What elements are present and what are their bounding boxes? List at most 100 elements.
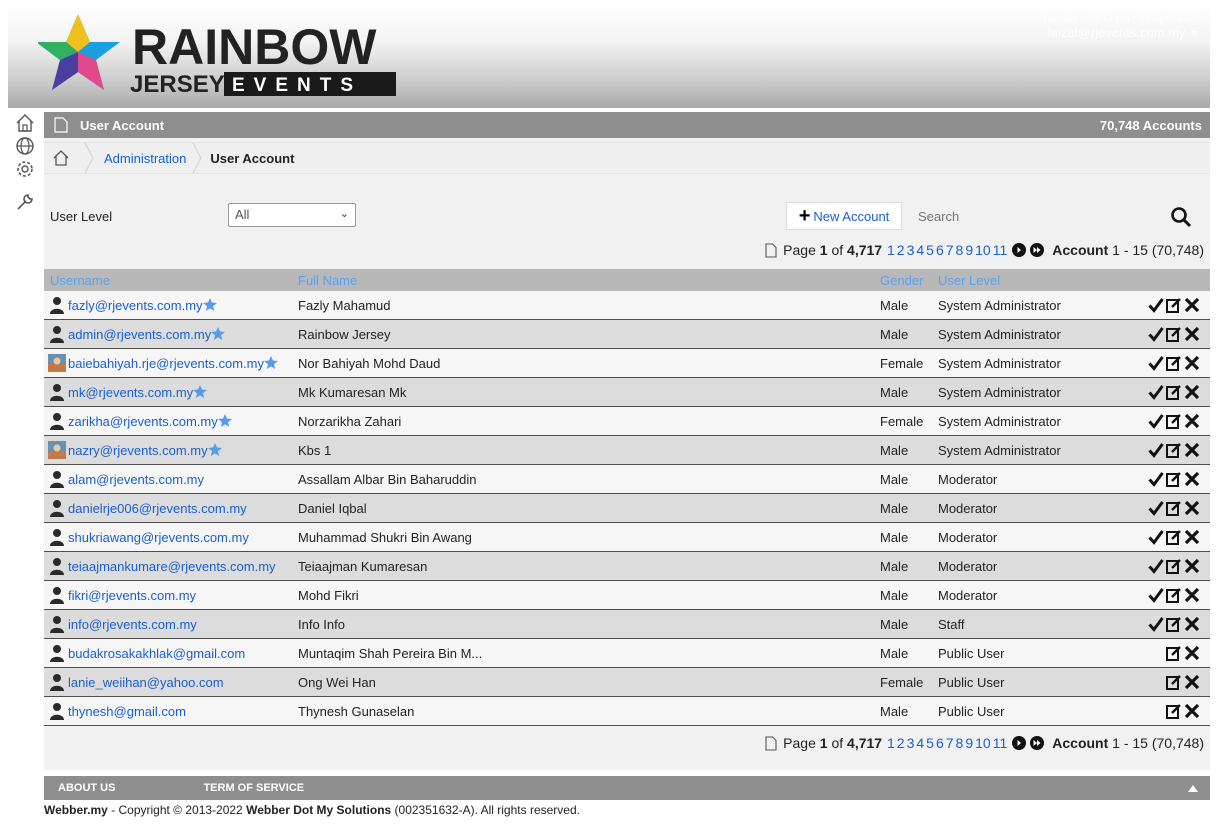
username-link[interactable]: mk@rjevents.com.my: [68, 385, 193, 400]
edit-icon[interactable]: [1166, 326, 1182, 342]
page-link[interactable]: 6: [936, 735, 944, 751]
edit-icon[interactable]: [1166, 529, 1182, 545]
table-row[interactable]: admin@rjevents.com.my Rainbow Jersey Male S…: [44, 319, 1210, 349]
search-input[interactable]: [908, 202, 1210, 230]
caret-down-icon[interactable]: ▼: [1189, 28, 1200, 40]
delete-icon[interactable]: [1184, 297, 1200, 313]
page-link[interactable]: 6: [936, 242, 944, 258]
table-row[interactable]: fazly@rjevents.com.my Fazly Mahamud Male Sy…: [44, 291, 1210, 320]
table-row[interactable]: teiaajmankumare@rjevents.com.my Teiaajman…: [44, 551, 1210, 581]
approve-icon[interactable]: [1148, 413, 1164, 429]
next-page-icon[interactable]: [1012, 736, 1027, 750]
username-link[interactable]: teiaajmankumare@rjevents.com.my: [68, 559, 276, 574]
table-row[interactable]: info@rjevents.com.my Info Info Male Staff: [44, 609, 1210, 639]
page-link[interactable]: 1: [887, 242, 895, 258]
page-link[interactable]: 3: [907, 242, 915, 258]
user-level-select[interactable]: All ⌄: [228, 203, 356, 227]
delete-icon[interactable]: [1184, 384, 1200, 400]
page-link[interactable]: 5: [926, 242, 934, 258]
edit-icon[interactable]: [1166, 297, 1182, 313]
edit-icon[interactable]: [1166, 703, 1182, 719]
username-link[interactable]: admin@rjevents.com.my: [68, 327, 211, 342]
username-link[interactable]: alam@rjevents.com.my: [68, 472, 204, 487]
column-gender[interactable]: Gender: [874, 269, 932, 291]
page-link[interactable]: 10: [975, 242, 991, 258]
breadcrumb-administration[interactable]: Administration: [104, 151, 186, 166]
username-link[interactable]: fikri@rjevents.com.my: [68, 588, 196, 603]
page-link[interactable]: 9: [965, 735, 973, 751]
page-link[interactable]: 7: [946, 242, 954, 258]
page-link[interactable]: 4: [916, 735, 924, 751]
page-link[interactable]: 8: [956, 242, 964, 258]
username-link[interactable]: nazry@rjevents.com.my: [68, 443, 208, 458]
table-row[interactable]: fikri@rjevents.com.my Mohd Fikri Male Moder…: [44, 580, 1210, 610]
edit-icon[interactable]: [1166, 471, 1182, 487]
about-us-link[interactable]: ABOUT US: [58, 782, 115, 794]
username-link[interactable]: danielrje006@rjevents.com.my: [68, 501, 247, 516]
edit-icon[interactable]: [1166, 616, 1182, 632]
delete-icon[interactable]: [1184, 500, 1200, 516]
delete-icon[interactable]: [1184, 529, 1200, 545]
new-account-button[interactable]: + New Account: [786, 202, 902, 230]
edit-icon[interactable]: [1166, 500, 1182, 516]
username-link[interactable]: budakrosakakhlak@gmail.com: [68, 646, 245, 661]
page-link[interactable]: 2: [897, 735, 905, 751]
delete-icon[interactable]: [1184, 703, 1200, 719]
table-row[interactable]: nazry@rjevents.com.my Kbs 1 Male System Adm…: [44, 435, 1210, 465]
delete-icon[interactable]: [1184, 471, 1200, 487]
terms-link[interactable]: TERM OF SERVICE: [203, 782, 304, 794]
username-link[interactable]: lanie_weiihan@yahoo.com: [68, 675, 224, 690]
next-page-icon[interactable]: [1012, 243, 1027, 257]
approve-icon[interactable]: [1148, 471, 1164, 487]
approve-icon[interactable]: [1148, 616, 1164, 632]
approve-icon[interactable]: [1148, 442, 1164, 458]
footer-company[interactable]: Webber Dot My Solutions: [246, 803, 391, 817]
delete-icon[interactable]: [1184, 558, 1200, 574]
page-link[interactable]: 10: [975, 735, 991, 751]
last-page-icon[interactable]: [1030, 736, 1045, 750]
edit-icon[interactable]: [1166, 442, 1182, 458]
column-user-level[interactable]: User Level: [932, 269, 1104, 291]
table-row[interactable]: mk@rjevents.com.my Mk Kumaresan Mk Male Sys…: [44, 377, 1210, 407]
edit-icon[interactable]: [1166, 645, 1182, 661]
table-row[interactable]: alam@rjevents.com.my Assallam Albar Bin B…: [44, 464, 1210, 494]
delete-icon[interactable]: [1184, 674, 1200, 690]
page-link[interactable]: 2: [897, 242, 905, 258]
table-row[interactable]: danielrje006@rjevents.com.my Daniel Iqbal…: [44, 493, 1210, 523]
edit-icon[interactable]: [1166, 674, 1182, 690]
table-row[interactable]: baiebahiyah.rje@rjevents.com.my Nor Bahiy…: [44, 348, 1210, 378]
table-row[interactable]: lanie_weiihan@yahoo.com Ong Wei Han Female…: [44, 667, 1210, 697]
search-icon[interactable]: [1170, 206, 1192, 228]
delete-icon[interactable]: [1184, 326, 1200, 342]
approve-icon[interactable]: [1148, 355, 1164, 371]
table-row[interactable]: budakrosakakhlak@gmail.com Muntaqim Shah …: [44, 638, 1210, 668]
column-fullname[interactable]: Full Name: [292, 269, 874, 291]
approve-icon[interactable]: [1148, 500, 1164, 516]
column-username[interactable]: Username: [44, 269, 292, 291]
delete-icon[interactable]: [1184, 645, 1200, 661]
globe-icon[interactable]: [14, 135, 36, 157]
page-link[interactable]: 8: [956, 735, 964, 751]
edit-icon[interactable]: [1166, 587, 1182, 603]
username-link[interactable]: thynesh@gmail.com: [68, 704, 186, 719]
rainbow-jersey-logo[interactable]: RAINBOW JERSEY EVENTS: [38, 12, 408, 104]
wrench-icon[interactable]: [14, 191, 36, 213]
page-link[interactable]: 5: [926, 735, 934, 751]
approve-icon[interactable]: [1148, 297, 1164, 313]
delete-icon[interactable]: [1184, 616, 1200, 632]
approve-icon[interactable]: [1148, 326, 1164, 342]
last-page-icon[interactable]: [1030, 243, 1045, 257]
delete-icon[interactable]: [1184, 355, 1200, 371]
page-link[interactable]: 3: [907, 735, 915, 751]
page-link[interactable]: 1: [887, 735, 895, 751]
delete-icon[interactable]: [1184, 413, 1200, 429]
page-link[interactable]: 11: [993, 735, 1008, 751]
edit-icon[interactable]: [1166, 558, 1182, 574]
user-email[interactable]: faizal@rjevents.com.my: [1047, 25, 1185, 40]
edit-icon[interactable]: [1166, 355, 1182, 371]
username-link[interactable]: zarikha@rjevents.com.my: [68, 414, 218, 429]
scroll-top-icon[interactable]: [1188, 784, 1198, 792]
page-link[interactable]: 7: [946, 735, 954, 751]
username-link[interactable]: fazly@rjevents.com.my: [68, 298, 203, 313]
page-link[interactable]: 11: [993, 242, 1008, 258]
